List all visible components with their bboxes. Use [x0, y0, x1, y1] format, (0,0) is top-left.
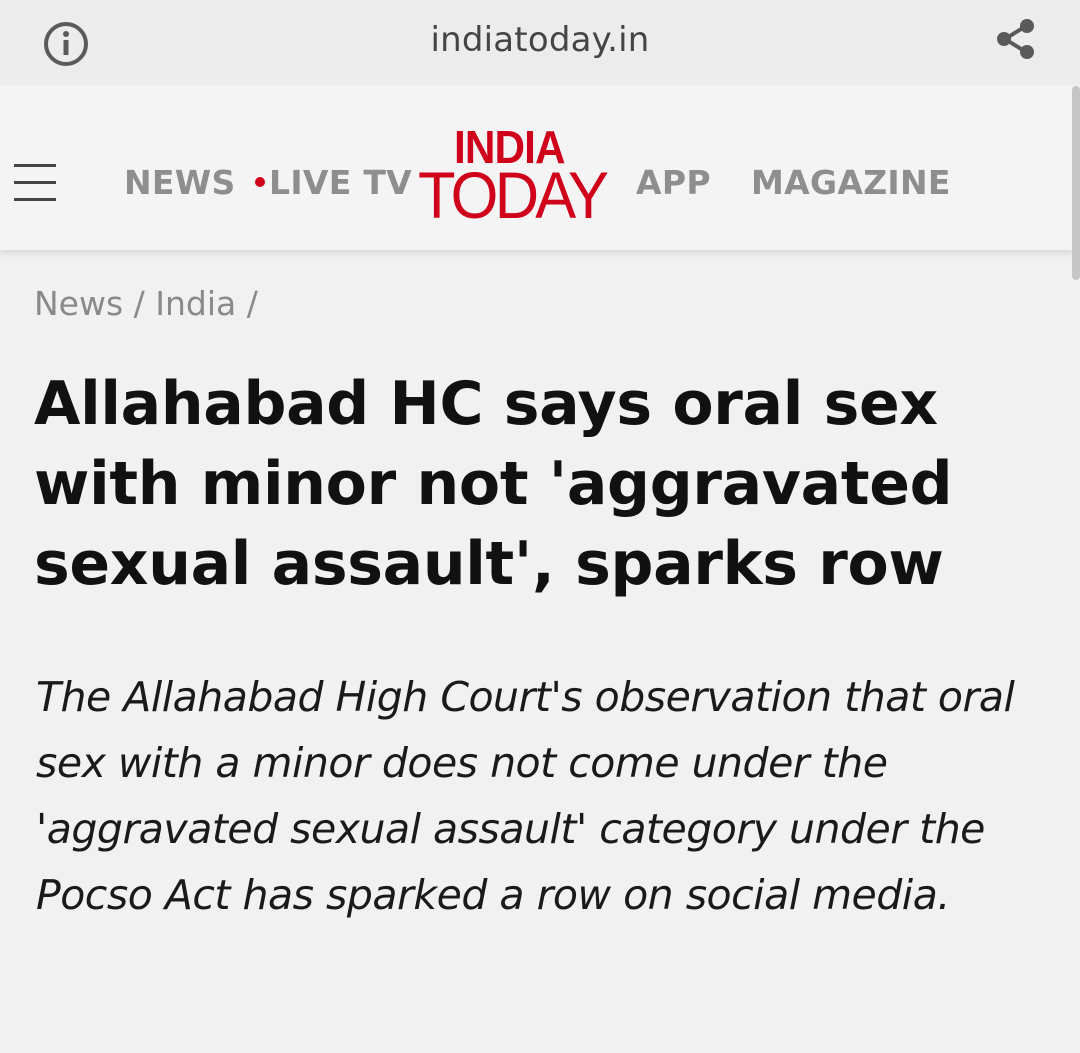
article-headline: Allahabad HC says oral sex with minor no… — [34, 369, 953, 599]
nav-news[interactable]: NEWS — [124, 164, 236, 202]
share-icon[interactable] — [994, 17, 1038, 61]
india-today-logo[interactable]: INDIA TODAY — [418, 124, 614, 244]
live-dot-icon — [255, 176, 265, 187]
article-summary: The Allahabad High Court's observation t… — [36, 673, 1015, 919]
nav-app[interactable]: APP — [636, 164, 711, 202]
site-header: NEWS LIVE TV INDIA TODAY APP MAGAZINE — [0, 86, 1074, 250]
hamburger-menu-icon[interactable] — [14, 164, 56, 202]
nav-live-tv[interactable]: LIVE TV — [255, 164, 412, 202]
logo-line-today: TODAY — [418, 158, 609, 232]
breadcrumb[interactable]: News / India / — [34, 284, 258, 323]
page-scrollbar[interactable] — [1072, 86, 1080, 280]
url-text[interactable]: indiatoday.in — [430, 20, 649, 60]
nav-live-tv-label: LIVE TV — [269, 163, 413, 202]
browser-url-bar[interactable]: indiatoday.in — [0, 0, 1080, 84]
info-icon[interactable] — [42, 20, 90, 68]
nav-magazine[interactable]: MAGAZINE — [751, 164, 951, 202]
